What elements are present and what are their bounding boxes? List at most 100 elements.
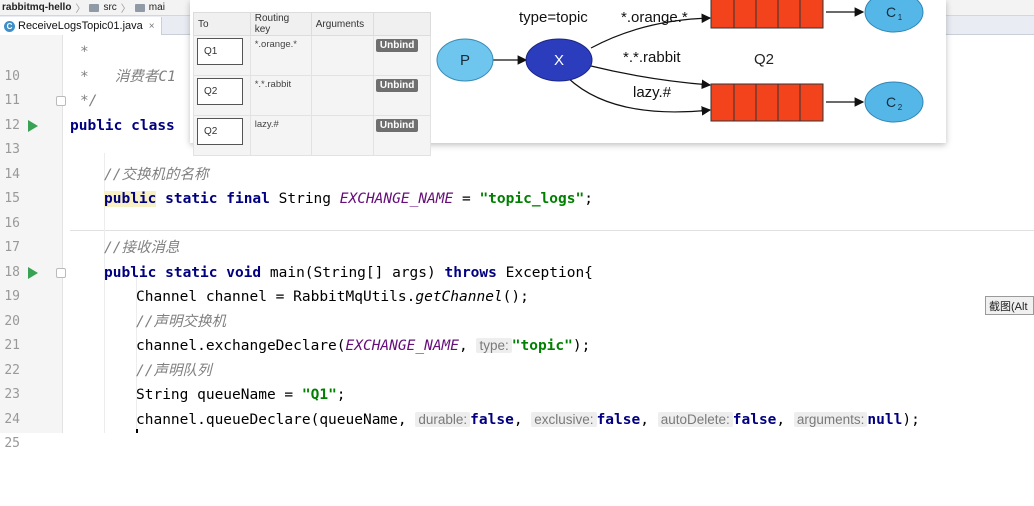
fold-icon[interactable]	[56, 96, 66, 106]
keyword: null	[867, 411, 903, 428]
code-line[interactable]: 19 public static void main(String[] args…	[0, 261, 1034, 305]
table-row: Q2 *.*.rabbit Unbind	[193, 75, 432, 116]
code-segment: );	[572, 338, 591, 354]
parameter-hint: autoDelete:	[657, 411, 733, 427]
code-segment: String queueName =	[136, 387, 294, 403]
routing-key-label: lazy.#	[633, 84, 672, 101]
keyword: false	[470, 411, 514, 428]
code-line[interactable]: 20 Channel channel = RabbitMqUtils.getCh…	[0, 285, 1034, 329]
code-text: * 消费者C1	[80, 68, 176, 85]
parameter-hint: arguments:	[793, 411, 868, 427]
queue-cell: Q2	[193, 115, 251, 156]
code-text: public class	[70, 114, 175, 139]
keyword: throws	[444, 264, 497, 281]
run-icon[interactable]	[28, 119, 38, 132]
code-line[interactable]: 15 //交换机的名称	[0, 163, 1034, 207]
column-header: Routing key	[249, 12, 312, 36]
string-literal: "Q1"	[301, 387, 337, 403]
code-line[interactable]: 22 channel.exchangeDeclare(EXCHANGE_NAME…	[0, 334, 1034, 378]
parameter-hint: durable:	[415, 411, 471, 427]
breadcrumb-src[interactable]: src	[103, 2, 116, 13]
queue-label: Q2	[754, 51, 774, 68]
arguments-cell	[310, 75, 374, 116]
code-line[interactable]: 25 channel.queueDeclare(queueName, durab…	[0, 408, 1034, 451]
punctuation: ,	[459, 338, 468, 354]
parameter-hint: type:	[476, 338, 512, 353]
punctuation: ;	[336, 387, 346, 403]
table-row: Q2 lazy.# Unbind	[193, 115, 432, 156]
bindings-table: To Routing key Arguments Q1 *.orange.* U…	[193, 12, 432, 156]
code-line[interactable]: 24 String queueName = "Q1";	[0, 383, 1034, 427]
code-line[interactable]: 23 //声明队列	[0, 359, 1034, 403]
keyword: public	[70, 117, 123, 134]
breadcrumb-project[interactable]: rabbitmq-hello	[2, 2, 71, 13]
punctuation: ,	[776, 411, 786, 428]
folder-icon	[134, 3, 145, 12]
code-text: channel.exchangeDeclare(EXCHANGE_NAME, t…	[136, 334, 590, 359]
queue-cell: Q2	[193, 75, 251, 116]
editor-tab[interactable]: C ReceiveLogsTopic01.java ×	[0, 17, 162, 35]
method-signature: main(String[] args)	[269, 264, 436, 281]
type-name: String	[278, 191, 332, 207]
line-number: 25	[4, 436, 20, 451]
keyword: static final	[165, 191, 270, 207]
routing-key-cell: *.orange.*	[249, 35, 312, 76]
exchange-node: X	[525, 38, 593, 82]
code-line[interactable]: 17	[0, 212, 1034, 255]
tab-filename: ReceiveLogsTopic01.java	[18, 20, 143, 32]
routing-key-cell: *.*.rabbit	[249, 75, 312, 116]
queue-link[interactable]: Q1	[197, 38, 243, 65]
code-text: Channel channel = RabbitMqUtils.getChann…	[136, 285, 529, 310]
keyword: class	[131, 117, 175, 134]
code-comment: //接收消息	[104, 240, 180, 256]
queue-link[interactable]: Q2	[197, 118, 243, 145]
code-text: *	[80, 44, 89, 60]
code-text: */	[80, 93, 98, 109]
punctuation: ,	[640, 411, 649, 428]
code-comment: //声明队列	[136, 362, 212, 379]
column-header	[372, 12, 432, 36]
consumer-subscript: 2	[898, 103, 903, 112]
run-icon[interactable]	[28, 266, 38, 279]
code-line[interactable]: 21 //声明交换机	[0, 310, 1034, 354]
table-row: Q1 *.orange.* Unbind	[193, 35, 432, 76]
queue-link[interactable]: Q2	[197, 78, 243, 105]
keyword: false	[732, 411, 777, 428]
code-text: public static void main(String[] args) t…	[104, 261, 593, 286]
code-line[interactable]: 16 public static final String EXCHANGE_N…	[0, 187, 1034, 231]
java-class-icon: C	[4, 20, 15, 32]
consumer-label: C	[886, 94, 896, 110]
fold-icon[interactable]	[56, 267, 66, 278]
constant-name: EXCHANGE_NAME	[345, 338, 460, 354]
code-line[interactable]: 18 //接收消息	[0, 236, 1034, 280]
unbind-button[interactable]: Unbind	[375, 39, 419, 52]
punctuation: ,	[513, 411, 523, 428]
code-comment: //交换机的名称	[104, 166, 209, 183]
code-text: String queueName = "Q1";	[136, 383, 346, 408]
folder-icon	[89, 3, 100, 12]
unbind-button[interactable]: Unbind	[375, 119, 419, 132]
rabbitmq-overlay-panel: To Routing key Arguments Q1 *.orange.* U…	[190, 0, 946, 156]
arguments-cell	[310, 115, 374, 156]
routing-key-cell: lazy.#	[249, 115, 312, 156]
action-cell: Unbind	[372, 75, 432, 116]
column-header: Arguments	[310, 12, 374, 36]
screenshot-tool-button[interactable]: 截图(Alt	[985, 296, 1034, 315]
queue-q2	[710, 83, 824, 122]
punctuation: );	[902, 411, 920, 428]
breadcrumb-separator: 〉	[75, 4, 86, 15]
exchange-label: X	[554, 52, 564, 69]
table-header-row: To Routing key Arguments	[193, 12, 432, 36]
breadcrumb-main[interactable]: mai	[149, 2, 165, 13]
unbind-button[interactable]: Unbind	[375, 79, 419, 92]
consumer-c2-node: C 2	[864, 81, 924, 123]
keyword: public static void	[104, 264, 262, 281]
topic-exchange-diagram: P X type=topic *.orange.* *.*.rabbit laz…	[436, 0, 924, 123]
string-literal: "topic"	[511, 338, 573, 354]
queue-cell: Q1	[193, 35, 251, 76]
action-cell: Unbind	[372, 35, 432, 76]
close-tab-icon[interactable]: ×	[149, 21, 155, 32]
keyword: public	[104, 191, 157, 207]
exchange-type-label: type=topic	[519, 9, 588, 26]
routing-key-label: *.*.rabbit	[623, 49, 681, 66]
